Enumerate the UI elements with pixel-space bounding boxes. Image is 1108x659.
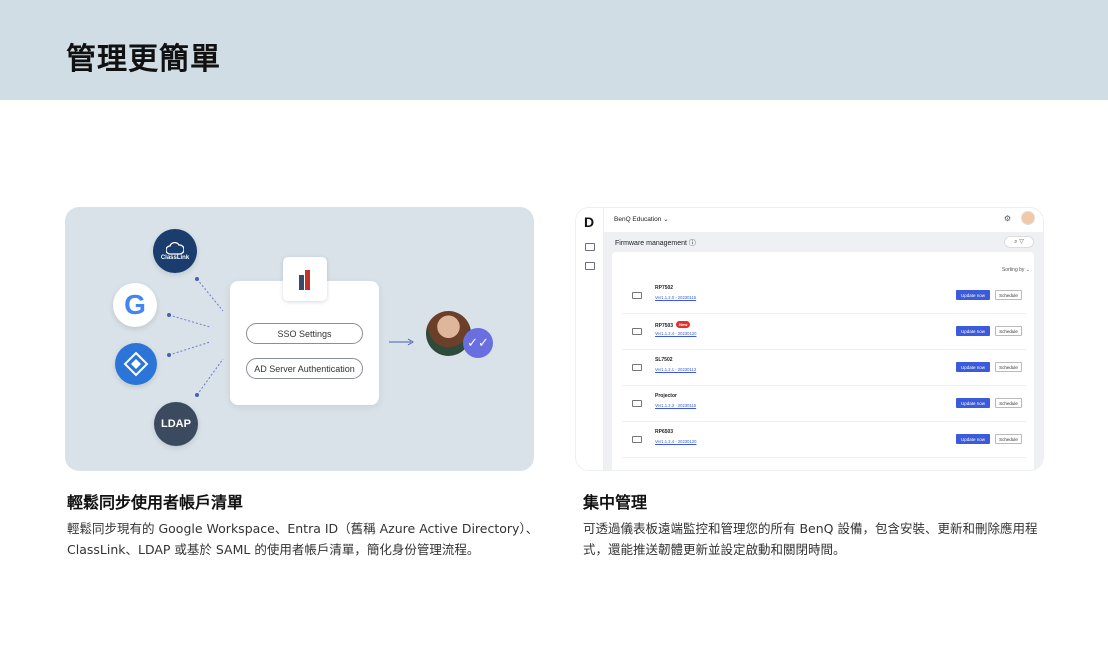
projector-icon [632,400,642,407]
update-now-button[interactable]: Update now [956,434,990,444]
monitor-icon[interactable] [585,262,595,270]
main-content: Firmware management ⓘ ⌕ ▽ Sorting by ⌄ R… [604,232,1043,470]
schedule-button[interactable]: Schedule [995,290,1022,300]
topbar: BenQ Education ⌄ ⚙ [604,208,1043,230]
device-version[interactable]: Ver1.1.2.4 - 20230120 [655,331,696,336]
firmware-title-label: Firmware management [615,240,687,247]
new-badge: New [676,321,691,328]
app-logo-icon [283,257,327,301]
schedule-button[interactable]: Schedule [995,434,1022,444]
update-now-button[interactable]: Update now [956,398,990,408]
sync-description: 輕鬆同步現有的 Google Workspace、Entra ID（舊稱 Azu… [67,521,539,557]
search-filter-button[interactable]: ⌕ ▽ [1004,236,1034,248]
device-name: RP7502 [655,285,674,291]
device-row: RP6503 Ver1.1.2.4 - 20230120 Update now … [622,422,1026,458]
firmware-dashboard-screenshot: D BenQ Education ⌄ ⚙ Firmware management… [575,207,1044,471]
device-row: RP7502 Ver1.1.2.0 - 20230115 Update now … [622,278,1026,314]
device-icon [632,328,642,335]
ad-server-auth-pill: AD Server Authentication [246,358,363,379]
device-list-panel: Sorting by ⌄ RP7502 Ver1.1.2.0 - 2023011… [612,252,1034,470]
update-now-button[interactable]: Update now [956,326,990,336]
device-row: SL7502 Ver1.1.2.1 - 20230113 Update now … [622,350,1026,386]
device-version[interactable]: Ver1.1.2.3 - 20230115 [655,403,696,408]
cloud-icon [166,241,184,255]
device-version[interactable]: Ver1.1.2.0 - 20230115 [655,295,696,300]
grid-icon[interactable] [585,243,595,251]
classlink-label: ClassLink [160,255,190,261]
ldap-label: LDAP [161,418,191,430]
device-name: RP7503 New [655,321,691,329]
sidebar-rail: D [576,208,604,470]
schedule-button[interactable]: Schedule [995,326,1022,336]
org-selector[interactable]: BenQ Education ⌄ [614,215,669,223]
device-name: Projector [655,393,677,399]
device-row: Projector Ver1.1.2.3 - 20230115 Update n… [622,386,1026,422]
sorting-dropdown[interactable]: Sorting by ⌄ [1002,267,1030,273]
sso-illustration: ClassLink G LDAP SSO Settings AD Server … [65,207,534,471]
entra-id-icon [115,343,157,385]
verified-check-icon: ✓✓ [463,328,493,358]
device-icon [632,292,642,299]
device-name-label: RP7503 [655,323,674,329]
classlink-icon: ClassLink [153,229,197,273]
central-management-description: 可透過儀表板遠端監控和管理您的所有 BenQ 設備，包含安裝、更新和刪除應用程式… [583,521,1038,557]
header-banner: 管理更簡單 [0,0,1108,100]
update-now-button[interactable]: Update now [956,290,990,300]
sync-heading: 輕鬆同步使用者帳戶清單 [67,493,244,512]
device-icon [632,436,642,443]
central-management-heading: 集中管理 [583,493,648,512]
ldap-icon: LDAP [154,402,198,446]
sso-settings-pill: SSO Settings [246,323,363,344]
gear-icon[interactable]: ⚙ [1004,214,1011,223]
org-label: BenQ Education [614,216,662,223]
firmware-title: Firmware management ⓘ [615,240,696,247]
schedule-button[interactable]: Schedule [995,362,1022,372]
update-now-button[interactable]: Update now [956,362,990,372]
arrow-right-icon [389,338,414,346]
device-row: RP7503 New Ver1.1.2.4 - 20230120 Update n… [622,314,1026,350]
google-glyph: G [124,289,146,320]
device-version[interactable]: Ver1.1.2.1 - 20230113 [655,367,696,372]
avatar[interactable] [1021,211,1035,225]
device-name: RP6503 [655,429,674,435]
page-title: 管理更簡單 [66,42,221,77]
device-name: SL7502 [655,357,673,363]
sorting-label: Sorting by [1001,267,1025,273]
brand-logo-icon: D [584,214,595,230]
diamond-icon [123,351,149,377]
device-version[interactable]: Ver1.1.2.4 - 20230120 [655,439,696,444]
schedule-button[interactable]: Schedule [995,398,1022,408]
device-icon [632,364,642,371]
google-icon: G [113,283,157,327]
